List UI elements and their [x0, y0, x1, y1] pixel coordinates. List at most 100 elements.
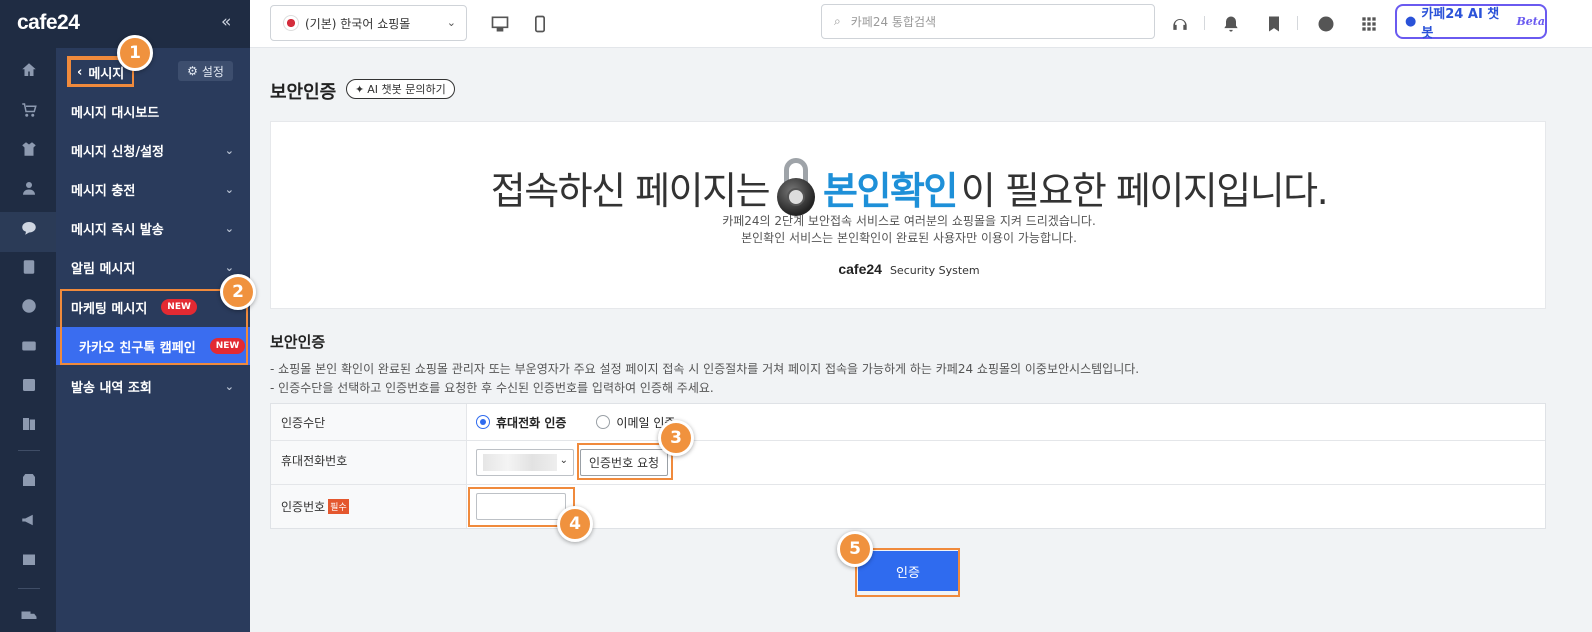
rail-divider — [18, 588, 40, 589]
form-row-method: 인증수단 휴대전화 인증 이메일 인증 — [271, 404, 1545, 441]
banner-subtext: 본인확인 서비스는 본인확인이 완료된 사용자만 이용이 가능합니다. — [741, 231, 1077, 245]
chevron-down-icon: ⌄ — [224, 380, 234, 393]
cart-icon[interactable] — [19, 100, 39, 120]
search-placeholder: 카페24 통합검색 — [850, 15, 937, 29]
description-line: - 인증수단을 선택하고 인증번호를 요청한 후 수신된 인증번호를 입력하여 … — [270, 381, 714, 395]
menu-item-label: 메시지 대시보드 — [71, 105, 160, 121]
chevron-down-icon: ⌄ — [446, 16, 456, 29]
menu-item-send-history[interactable]: 발송 내역 조회 ⌄ — [56, 367, 250, 405]
form-row-phone: 휴대전화번호 ⌄ 인증번호 요청 — [271, 441, 1545, 485]
bookmark-icon[interactable] — [1262, 12, 1286, 36]
palette-icon[interactable] — [19, 296, 39, 316]
bell-icon[interactable] — [1219, 12, 1243, 36]
board-icon[interactable] — [19, 257, 39, 277]
code-label-text: 인증번호 — [281, 500, 326, 514]
menu-item-label: 발송 내역 조회 — [71, 380, 152, 396]
code-label: 인증번호 필수 — [271, 485, 467, 528]
headline-highlight: 본인확인 — [823, 168, 958, 213]
headline-text: 접속하신 페이지는 — [490, 168, 771, 213]
chevron-down-icon: ⌄ — [224, 144, 234, 157]
phone-number-select[interactable]: ⌄ — [476, 449, 574, 476]
desktop-icon[interactable] — [488, 12, 512, 36]
shop-select[interactable]: (기본) 한국어 쇼핑몰 ⌄ — [270, 5, 467, 41]
phone-label: 휴대전화번호 — [271, 441, 467, 484]
page-title: 보안인증 — [270, 82, 337, 103]
home-icon[interactable] — [19, 60, 39, 80]
shirt-icon[interactable] — [19, 139, 39, 159]
chatbot-icon: ● — [1405, 14, 1417, 29]
step-badge-1: 1 — [117, 35, 153, 71]
add-store-icon[interactable] — [19, 549, 39, 569]
account-icon[interactable] — [1314, 12, 1338, 36]
promotion-icon[interactable] — [19, 336, 39, 356]
required-tag: 필수 — [328, 499, 349, 514]
ai-chip-label: AI 챗봇 문의하기 — [367, 83, 446, 96]
step-badge-3: 3 — [658, 420, 694, 456]
shop-select-value: (기본) 한국어 쇼핑몰 — [305, 16, 411, 31]
auth-form: 인증수단 휴대전화 인증 이메일 인증 휴대전화번호 ⌄ 인증번호 요청 인증번… — [270, 403, 1546, 529]
menu-item-label: 메시지 신청/설정 — [71, 144, 164, 160]
rail-divider — [18, 450, 40, 451]
step-badge-4: 4 — [557, 506, 593, 542]
headset-icon[interactable] — [1168, 12, 1192, 36]
sparkle-icon: ✦ — [355, 82, 365, 96]
book-icon[interactable] — [19, 414, 39, 434]
beta-label: Beta — [1516, 15, 1545, 28]
icon-rail — [0, 0, 56, 632]
form-row-code: 인증번호 필수 — [271, 485, 1545, 528]
ai-inquiry-chip[interactable]: ✦ AI 챗봇 문의하기 — [346, 79, 455, 99]
banner-subtext: 카페24의 2단계 보안접속 서비스로 여러분의 쇼핑몰을 지켜 드리겠습니다. — [722, 214, 1096, 228]
main-content: 보안인증 ✦ AI 챗봇 문의하기 접속하신 페이지는 본인확인 이 필요한 페이… — [250, 48, 1592, 632]
highlight-box-request — [577, 443, 673, 480]
cafe24-brand: cafe24 — [838, 261, 882, 277]
menu-item-apply-settings[interactable]: 메시지 신청/설정 ⌄ — [56, 131, 250, 169]
gear-icon: ⚙ — [187, 64, 198, 78]
message-icon[interactable] — [19, 218, 39, 238]
menu-item-label: 메시지 충전 — [71, 183, 136, 199]
divider — [1297, 16, 1298, 30]
description-text: 쇼핑몰 본인 확인이 완료된 쇼핑몰 관리자 또는 부운영자가 주요 설정 페이… — [278, 362, 1140, 376]
user-icon[interactable] — [19, 178, 39, 198]
radio-phone-label[interactable]: 휴대전화 인증 — [496, 414, 566, 431]
menu-item-charge[interactable]: 메시지 충전 ⌄ — [56, 170, 250, 208]
chevron-down-icon: ⌄ — [224, 222, 234, 235]
ai-chatbot-label: 카페24 AI 챗봇 — [1421, 6, 1500, 41]
cafe24-logo[interactable]: cafe24 — [17, 11, 80, 35]
redacted-phone — [483, 454, 557, 471]
security-banner: 접속하신 페이지는 본인확인 이 필요한 페이지입니다. 카페24의 2단계 보안… — [270, 121, 1546, 309]
section-title: 보안인증 — [270, 333, 326, 351]
step-badge-5: 5 — [837, 531, 873, 567]
highlight-box-marketing — [60, 289, 248, 365]
mobile-icon[interactable] — [528, 12, 552, 36]
menu-item-label: 메시지 즉시 발송 — [71, 222, 164, 238]
banner-headline: 접속하신 페이지는 본인확인 이 필요한 페이지입니다. — [271, 158, 1547, 216]
submit-button[interactable]: 인증 — [858, 551, 958, 591]
top-bar: (기본) 한국어 쇼핑몰 ⌄ ⌕ 카페24 통합검색 ● 카페24 AI 챗봇 … — [250, 0, 1592, 48]
menu-item-alert-message[interactable]: 알림 메시지 ⌄ — [56, 248, 250, 286]
chevron-down-icon: ⌄ — [224, 183, 234, 196]
message-panel: ‹ 메시지 ⚙ 설정 메시지 대시보드 메시지 신청/설정 ⌄ 메시지 충전 ⌄… — [56, 48, 250, 632]
security-system-logo: cafe24 Security System — [271, 261, 1547, 277]
store-icon[interactable] — [19, 470, 39, 490]
security-system-label: Security System — [889, 264, 980, 277]
apps-grid-icon[interactable] — [1357, 12, 1381, 36]
radio-email[interactable] — [596, 415, 611, 429]
description-line: - 쇼핑몰 본인 확인이 완료된 쇼핑몰 관리자 또는 부운영자가 주요 설정 … — [270, 362, 1140, 376]
stats-icon[interactable] — [19, 375, 39, 395]
truck-icon[interactable] — [19, 606, 39, 626]
radio-phone[interactable] — [476, 415, 490, 429]
settings-label: 설정 — [201, 64, 224, 79]
megaphone-icon[interactable] — [19, 510, 39, 530]
menu-item-dashboard[interactable]: 메시지 대시보드 — [56, 92, 250, 130]
settings-button[interactable]: ⚙ 설정 — [178, 61, 233, 81]
search-icon: ⌕ — [834, 14, 841, 28]
korea-flag-icon — [283, 15, 299, 31]
ai-chatbot-button[interactable]: ● 카페24 AI 챗봇 Beta — [1395, 4, 1547, 41]
divider — [1204, 16, 1205, 30]
search-input[interactable]: ⌕ 카페24 통합검색 — [821, 4, 1155, 39]
menu-item-instant-send[interactable]: 메시지 즉시 발송 ⌄ — [56, 209, 250, 247]
double-chevron-left-icon[interactable]: « — [221, 12, 231, 32]
chevron-down-icon: ⌄ — [224, 261, 234, 274]
method-label: 인증수단 — [271, 404, 467, 440]
padlock-icon — [775, 158, 817, 216]
